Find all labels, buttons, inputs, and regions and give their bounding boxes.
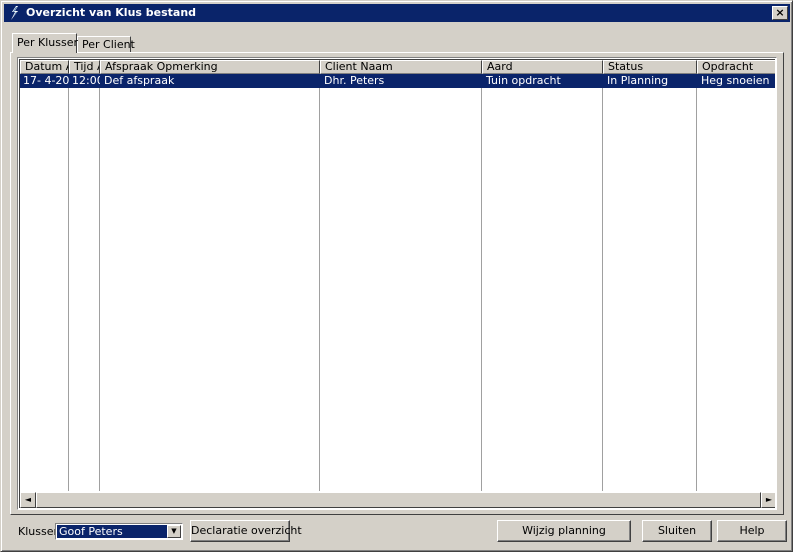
scroll-right-button[interactable]: ► [761,492,775,508]
column-header-datum[interactable]: Datum A [20,60,69,74]
close-button[interactable]: × [772,6,788,20]
cell-opmerking[interactable]: Def afspraak [102,74,320,88]
sluiten-button[interactable]: Sluiten [642,520,712,542]
declaratie-overzicht-button[interactable]: Declaratie overzicht [190,520,302,542]
klus-grid[interactable]: Datum A Tijd A Afspraak Opmerking Client… [17,57,777,510]
wijzig-planning-button[interactable]: Wijzig planning [497,520,631,542]
cell-opdracht[interactable]: Heg snoeien [699,74,775,88]
column-header-client[interactable]: Client Naam [320,60,482,74]
scroll-left-button[interactable]: ◄ [20,492,36,508]
klusser-combobox[interactable]: Goof Peters ▼ [55,523,183,540]
column-header-aard[interactable]: Aard [482,60,603,74]
column-header-tijd[interactable]: Tijd A [69,60,100,74]
scrollbar-thumb[interactable] [36,492,761,508]
window-title: Overzicht van Klus bestand [26,6,197,19]
arrow-left-icon: ◄ [24,495,32,504]
cell-aard[interactable]: Tuin opdracht [484,74,603,88]
combo-dropdown-button[interactable]: ▼ [167,525,181,538]
title-bar[interactable]: Overzicht van Klus bestand × [4,4,790,22]
tab-per-klusser[interactable]: Per Klusser [12,33,78,53]
arrow-right-icon: ► [765,495,773,504]
column-divider [99,74,100,491]
chevron-down-icon: ▼ [171,527,177,535]
close-icon: × [775,6,785,19]
app-window: Overzicht van Klus bestand × Per Klusser… [0,0,793,552]
horizontal-scrollbar[interactable]: ◄ ► [20,492,775,508]
help-button[interactable]: Help [717,520,787,542]
klusser-value[interactable]: Goof Peters [57,525,167,538]
column-divider [696,74,697,491]
app-icon [11,6,18,20]
column-header-opmerking[interactable]: Afspraak Opmerking [100,60,320,74]
column-divider [68,74,69,491]
column-divider [602,74,603,491]
cell-datum[interactable]: 17- 4-200 [21,74,69,88]
cell-tijd[interactable]: 12:00 [70,74,100,88]
column-divider [481,74,482,491]
column-header-status[interactable]: Status [603,60,697,74]
column-divider [319,74,320,491]
tab-per-client[interactable]: Per Client [77,36,135,53]
cell-status[interactable]: In Planning [605,74,697,88]
column-header-opdracht[interactable]: Opdracht [697,60,775,74]
cell-client[interactable]: Dhr. Peters [322,74,482,88]
